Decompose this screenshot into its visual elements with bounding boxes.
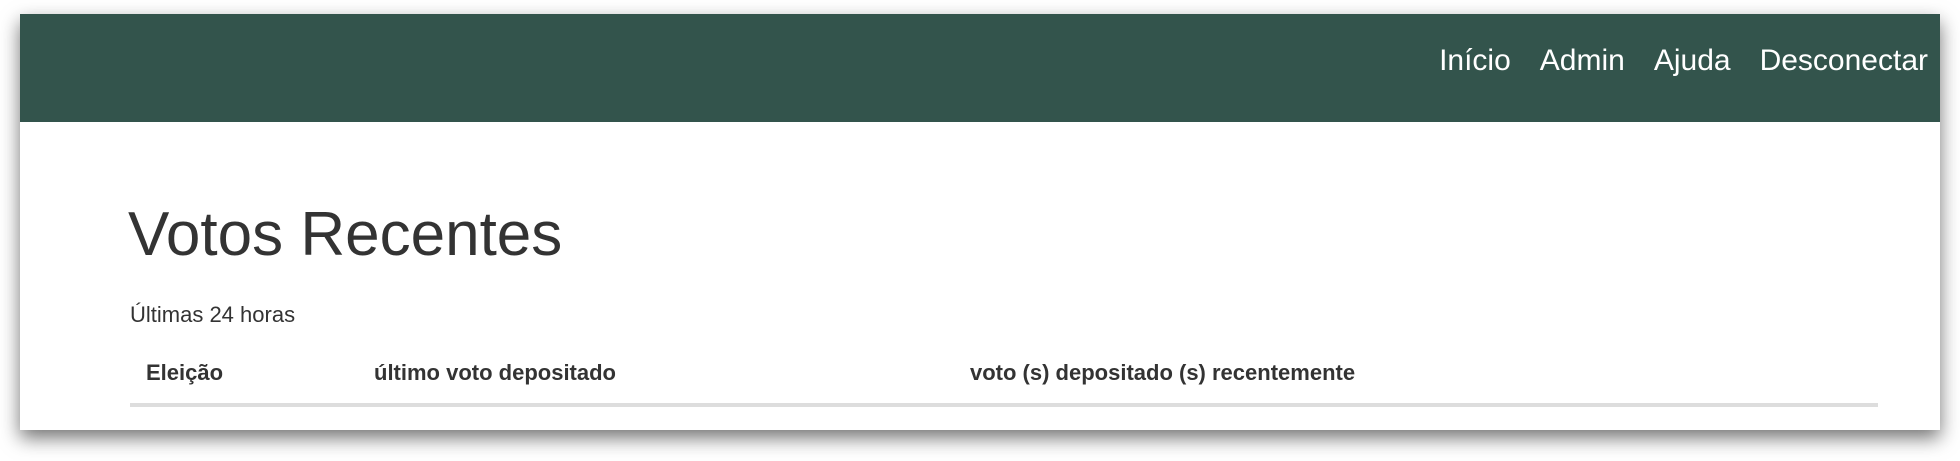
app-window: Início Admin Ajuda Desconectar Votos Rec… xyxy=(20,14,1940,430)
table-header-divider xyxy=(130,403,1878,407)
nav-menu: Início Admin Ajuda Desconectar xyxy=(1439,44,1928,78)
column-header-eleicao: Eleição xyxy=(146,360,224,385)
nav-ajuda[interactable]: Ajuda xyxy=(1654,44,1731,78)
page-title: Votos Recentes xyxy=(128,200,563,269)
column-header-ultimo-voto: último voto depositado xyxy=(374,360,616,385)
nav-inicio[interactable]: Início xyxy=(1439,44,1511,78)
nav-admin[interactable]: Admin xyxy=(1540,44,1625,78)
nav-desconectar[interactable]: Desconectar xyxy=(1760,44,1928,78)
page-subtitle: Últimas 24 horas xyxy=(130,302,296,327)
navbar: Início Admin Ajuda Desconectar xyxy=(20,14,1940,122)
column-header-votos-recentes: voto (s) depositado (s) recentemente xyxy=(970,360,1356,385)
